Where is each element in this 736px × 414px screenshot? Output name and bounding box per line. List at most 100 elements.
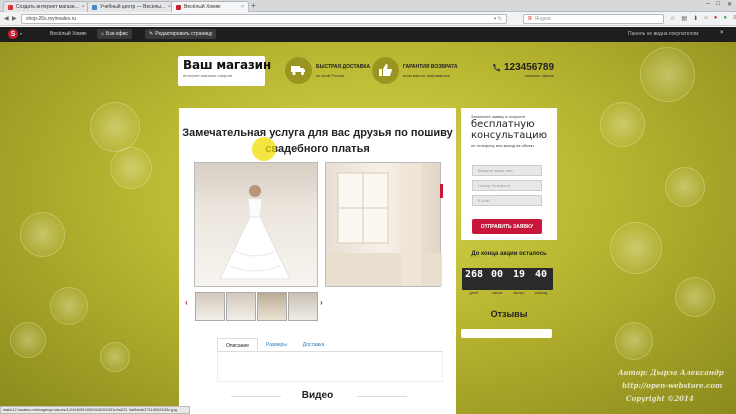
brand-box[interactable]: Ваш магазин интернет-магазин товаров [178,56,271,86]
guarantee-title: ГАРАНТИЯ ВОЗВРАТА [403,63,458,70]
submit-request-button[interactable]: ОТПРАВИТЬ ЗАЯВКУ [472,219,542,234]
form-big-line-2: консультацию [471,130,548,141]
tab-description[interactable]: Описание [217,338,259,351]
tab-label: Учебный центр — Веселы... [100,4,166,10]
browser-tab-2[interactable]: Учебный центр — Веселы... × [87,1,172,12]
timer-label-days: дней [469,290,479,295]
mouse-cursor-highlight [252,137,276,161]
yandex-icon: Я [528,16,532,22]
headline-line-1: Замечательная услуга для вас друзья по п… [182,127,453,139]
guarantee-subtitle: если вам не понравиться [403,72,451,78]
tab-close-icon[interactable]: × [82,4,85,10]
countdown-title: До конца акции осталось [471,251,547,257]
search-placeholder: Яндекс [534,16,552,22]
thumbnail-2[interactable] [226,292,256,321]
timer-minutes: 19 [512,269,526,280]
form-big-line-1: бесплатную [471,119,535,130]
thumbs-prev-arrow-icon[interactable]: ‹ [185,298,188,307]
thumbs-next-arrow-icon[interactable]: › [320,298,323,307]
name-field[interactable]: Введите ваше имя [472,165,542,176]
search-input[interactable]: Я Яндекс [523,14,664,24]
watermark-copyright: Copyright ©2014 [626,394,694,403]
site-name[interactable]: Весёлый Хомяк [50,31,86,37]
phone-number[interactable]: 123456789 [504,62,554,73]
timer-days: 268 [464,269,484,280]
bokeh-decoration [610,222,662,274]
timer-label-seconds: секунд [534,290,548,295]
bokeh-decoration [665,167,705,207]
browser-tab-3[interactable]: Весёлый Хомяк × [171,1,249,12]
reload-icon[interactable]: ▾ ↻ [494,16,502,22]
product-main-photo[interactable] [194,162,318,287]
timer-label-minutes: минут [513,290,525,295]
bokeh-decoration [50,287,88,325]
bokeh-decoration [90,102,140,152]
reviews-title: Отзывы [490,309,528,319]
guarantee-feature: ГАРАНТИЯ ВОЗВРАТА если вам не понравитьс… [372,57,458,84]
thumbs-up-icon [372,57,399,84]
home-icon[interactable]: ⌂ [704,15,708,22]
email-field[interactable]: E-mail [472,195,542,206]
star-icon[interactable]: ☆ [670,15,675,22]
addon-icon[interactable]: ● [723,15,727,22]
slider-next-tab[interactable] [440,184,443,198]
bokeh-decoration [110,147,152,189]
brand-title: Ваш магазин [183,58,271,72]
bokeh-decoration [615,322,653,360]
window-controls: – □ ✕ [706,1,732,8]
interior-image [326,163,442,286]
thumbnail-1[interactable] [195,292,225,321]
phone-icon [493,64,500,72]
page-headline: Замечательная услуга для вас друзья по п… [179,125,456,157]
close-icon[interactable]: × [720,30,724,36]
edit-page-button[interactable]: ✎ Редактировать страницу [145,29,217,39]
url-bar[interactable]: shop-26s.myinsales.ru ▾ ↻ [21,14,507,24]
browser-tab-1[interactable]: Создать интернет магази... × [3,1,88,12]
delivery-subtitle: по всей России [316,72,345,78]
browser-tab-bar: Создать интернет магази... × Учебный цен… [0,0,736,12]
maximize-icon[interactable]: □ [716,1,720,8]
tab-close-icon[interactable]: × [241,4,244,10]
back-icon[interactable]: ◀ [4,15,9,22]
minimize-icon[interactable]: – [706,1,709,8]
chevron-down-icon[interactable]: ▾ [20,31,22,36]
tab-favicon-icon [176,4,181,10]
close-window-icon[interactable]: ✕ [727,1,732,8]
truck-icon [285,57,312,84]
timer-label-hours: часов [491,290,503,295]
download-icon[interactable]: ⬇ [693,15,698,22]
thumbnail-3[interactable] [257,292,287,321]
clipboard-icon[interactable]: ▤ [681,15,687,22]
tab-favicon-icon [8,4,13,10]
status-bar: static12.insales.ru/images/products/1/24… [0,406,190,414]
callback-link[interactable]: заказать звонок [504,73,554,78]
phone-field[interactable]: Номер телефона [472,180,542,191]
watermark-author: Автор: Дырза Александр [618,368,724,377]
admin-bar: S ▾ Весёлый Хомяк ⌂ Бэк-офис ✎ Редактиро… [0,27,736,42]
insales-logo[interactable]: S [8,29,18,39]
product-secondary-photo[interactable] [325,162,442,287]
timer-hours: 00 [490,269,504,280]
thumbnail-4[interactable] [288,292,318,321]
countdown-timer: 268 00 19 40 [462,268,553,290]
forward-icon[interactable]: ▶ [12,15,17,22]
brand-subtitle: интернет-магазин товаров [183,73,232,78]
wedding-dress-image [219,185,291,280]
browser-nav-bar: ◀ ▶ shop-26s.myinsales.ru ▾ ↻ Я Яндекс ☆… [0,12,736,26]
form-note: по телефону или выезд на объект [471,143,535,148]
tab-delivery[interactable]: Доставка [295,338,332,351]
video-section-title: Видео [301,390,334,401]
watermark-url: http://open-webstore.com [622,381,723,390]
back-office-button[interactable]: ⌂ Бэк-офис [97,29,132,39]
delivery-feature: БЫСТРАЯ ДОСТАВКА по всей России [285,57,370,84]
tab-favicon-icon [92,4,97,10]
new-tab-button[interactable]: + [251,2,256,10]
pencil-icon: ✎ [149,31,154,37]
url-text: shop-26s.myinsales.ru [26,16,77,22]
shield-icon[interactable]: ● [714,15,718,22]
bokeh-decoration [675,277,715,317]
tab-label: Весёлый Хомяк [184,4,221,10]
tab-sizes[interactable]: Размеры [258,338,295,351]
bokeh-decoration [640,47,695,102]
home-icon: ⌂ [101,31,105,37]
